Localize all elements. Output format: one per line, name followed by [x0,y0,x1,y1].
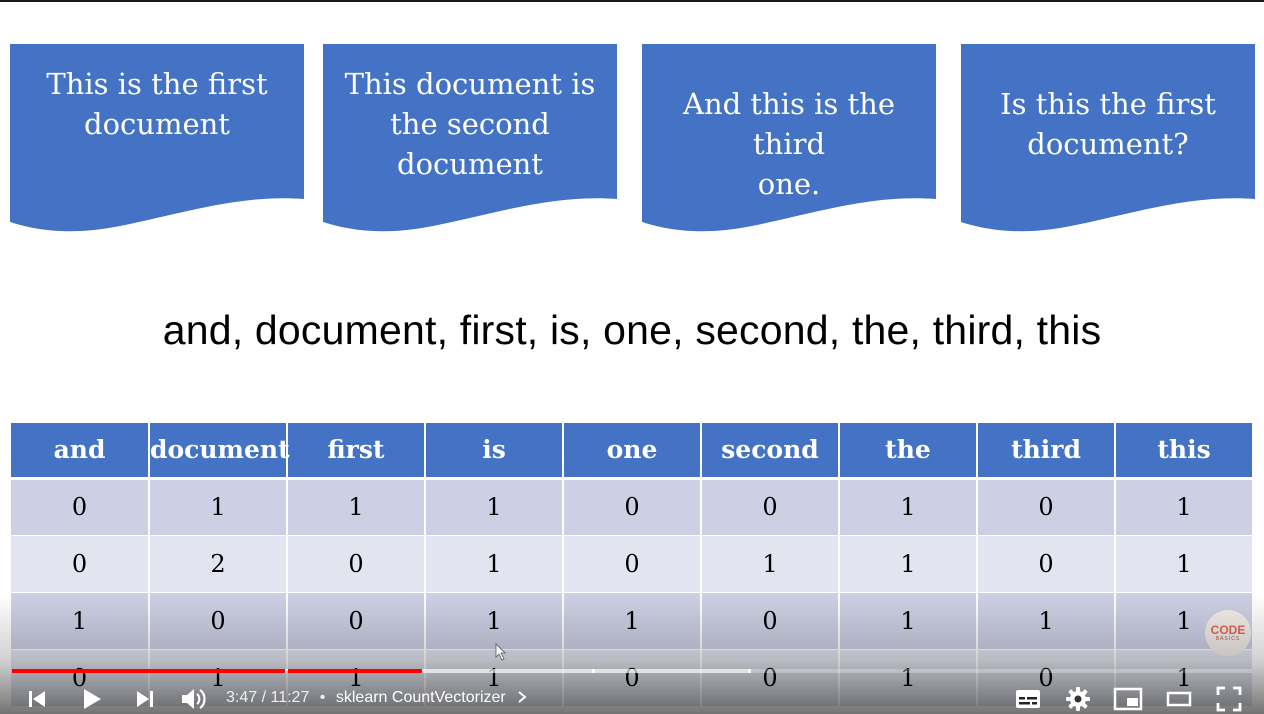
chapter-marker [748,669,751,673]
table-cell: 1 [701,535,840,593]
current-time: 3:47 [226,689,258,706]
document-text: Is this the first document? [1000,87,1216,161]
table-cell: 1 [287,478,426,536]
table-cell: 1 [11,592,150,650]
table-cell: 0 [701,592,840,650]
duration: 11:27 [270,689,310,706]
volume-icon [182,689,206,709]
chevron-right-icon[interactable] [516,690,528,704]
theater-mode-button[interactable] [1162,682,1196,714]
table-cell: 1 [425,478,564,536]
header-cell: this [1115,423,1254,480]
separator: • [319,689,326,706]
chapter-marker [285,669,288,673]
document-text: And this is the third one. [683,87,895,201]
table-row: 0 1 1 1 0 0 1 0 1 [11,478,1254,536]
document-shape-3: And this is the third one. [642,44,936,234]
table-cell: 1 [977,592,1116,650]
document-text: This is the first document [46,67,268,141]
table-row: 0 2 0 1 0 1 1 0 1 [11,535,1254,593]
table-cell: 0 [149,592,288,650]
play-icon [84,689,101,709]
table-cell: 0 [701,478,840,536]
player-controls: 3:47 / 11:27 • sklearn CountVectorizer [0,680,1264,714]
header-cell: document [149,423,290,480]
table-cell: 1 [1115,535,1254,593]
table-cell: 1 [839,592,978,650]
table-cell: 0 [977,535,1116,593]
header-cell: one [563,423,702,480]
table-cell: 1 [563,592,702,650]
header-cell: the [839,423,978,480]
progress-bar[interactable] [12,669,1252,673]
played-bar [12,669,423,673]
table-cell: 0 [11,478,150,536]
table-cell: 0 [563,535,702,593]
table-cell: 1 [1115,478,1254,536]
table-cell: 1 [839,535,978,593]
table-cell: 0 [563,478,702,536]
table-header-row: and document first is one second the thi… [11,423,1254,480]
header-cell: and [11,423,150,480]
fullscreen-button[interactable] [1212,682,1246,714]
settings-button[interactable] [1062,682,1094,714]
watermark-line2: BASICS [1215,635,1241,642]
miniplayer-button[interactable] [1111,682,1145,714]
previous-button[interactable] [22,682,52,714]
subtitles-icon [1016,690,1040,708]
mouse-cursor-icon [495,643,506,661]
table-cell: 0 [977,478,1116,536]
channel-watermark[interactable]: CODE BASICS [1205,610,1251,656]
table-cell: 2 [149,535,288,593]
table-cell: 0 [287,592,426,650]
miniplayer-icon [1113,687,1143,711]
document-shape-4: Is this the first document? [961,44,1255,234]
theater-icon [1166,691,1192,707]
document-shape-2: This document is the second document [323,44,617,234]
table-cell: 1 [149,478,288,536]
table-cell: 1 [425,592,564,650]
video-player[interactable]: This is the first document This document… [0,0,1264,714]
table-cell: 1 [425,535,564,593]
header-cell: second [701,423,840,480]
count-matrix-table: and document first is one second the thi… [11,423,1254,707]
header-cell: is [425,423,564,480]
chapter-marker [592,669,595,673]
next-button[interactable] [130,682,160,714]
next-icon [137,691,153,707]
header-cell: third [977,423,1116,480]
document-shape-1: This is the first document [10,44,304,234]
previous-icon [29,691,45,707]
mute-button[interactable] [176,682,212,714]
table-cell: 1 [839,478,978,536]
document-text: This document is the second document [344,67,596,181]
fullscreen-icon [1216,686,1242,712]
gear-icon [1066,687,1090,711]
header-cell: first [287,423,426,480]
watermark-line1: CODE [1210,622,1246,637]
chapter-title[interactable]: sklearn CountVectorizer [336,689,506,706]
table-row: 1 0 0 1 1 0 1 1 1 [11,592,1254,650]
time-display: 3:47 / 11:27 • sklearn CountVectorizer [226,689,528,707]
table-cell: 0 [287,535,426,593]
play-button[interactable] [74,682,108,714]
table-cell: 0 [11,535,150,593]
subtitles-button[interactable] [1012,682,1044,714]
vocabulary-line: and, document, first, is, one, second, t… [162,307,1102,353]
